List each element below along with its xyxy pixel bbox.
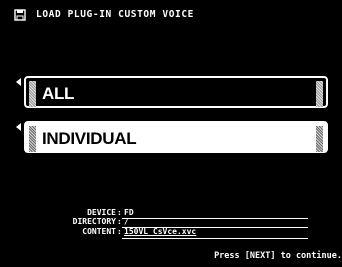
- button-edge-right: [316, 126, 323, 152]
- directory-value: /: [124, 217, 129, 226]
- directory-colon: :: [117, 217, 122, 226]
- all-select-arrow-icon: [16, 78, 21, 86]
- option-all-button[interactable]: ALL: [24, 76, 328, 108]
- content-label-wrap: CONTENT: [40, 227, 116, 237]
- content-value: 150VL CsVce.xvc: [124, 227, 197, 236]
- button-edge-left: [29, 81, 36, 107]
- button-edge-left: [29, 126, 36, 152]
- content-colon: :: [117, 227, 122, 236]
- directory-label-wrap: DIRECTORY: [40, 217, 116, 227]
- option-individual-button[interactable]: INDIVIDUAL: [24, 121, 328, 153]
- footer-hint: Press [NEXT] to continue.: [214, 251, 342, 261]
- option-all-label: ALL: [42, 84, 75, 103]
- load-disk-icon: [14, 9, 26, 21]
- directory-label: DIRECTORY: [72, 217, 116, 226]
- option-individual-label: INDIVIDUAL: [42, 129, 137, 148]
- button-edge-right: [316, 81, 323, 107]
- lcd-screen: LOAD PLUG-IN CUSTOM VOICE ALL INDIVIDUAL…: [0, 0, 342, 267]
- individual-select-arrow-icon: [16, 123, 21, 131]
- device-underline: [122, 218, 308, 219]
- content-underline: [122, 238, 308, 239]
- page-title: LOAD PLUG-IN CUSTOM VOICE: [36, 9, 194, 20]
- content-label: CONTENT: [82, 227, 116, 236]
